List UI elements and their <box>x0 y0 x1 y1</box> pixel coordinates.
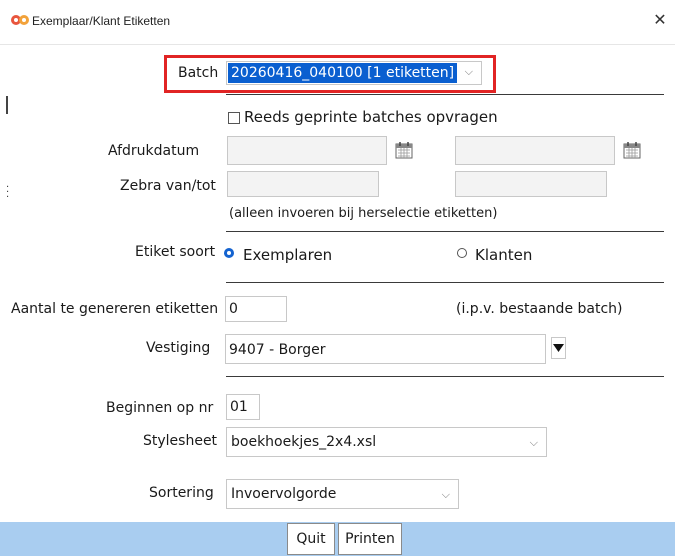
window-title: Exemplaar/Klant Etiketten <box>32 14 171 28</box>
radio-klanten-label: Klanten <box>475 246 533 264</box>
app-logo-icon <box>11 15 29 25</box>
close-icon: ✕ <box>653 10 667 29</box>
radio-klanten[interactable] <box>457 248 467 258</box>
start-nr-input[interactable]: 01 <box>226 394 260 420</box>
print-date-from-field[interactable] <box>227 136 387 165</box>
quit-button[interactable]: Quit <box>287 523 335 555</box>
batch-selected-value: 20260416_040100 [1 etiketten] <box>228 63 458 83</box>
calendar-icon[interactable] <box>393 139 415 161</box>
count-label: Aantal te genereren etiketten <box>11 301 219 317</box>
sort-select[interactable]: Invoervolgorde ⌵ <box>226 479 459 509</box>
reprint-label: Reeds geprinte batches opvragen <box>244 108 498 126</box>
chevron-down-icon: ⌵ <box>529 436 538 449</box>
sort-value: Invoervolgorde <box>231 486 337 502</box>
chevron-down-icon: ⌵ <box>441 488 450 501</box>
reprint-checkbox[interactable] <box>228 112 240 124</box>
chevron-down-icon: ⌵ <box>464 65 473 78</box>
batch-select[interactable]: 20260416_040100 [1 etiketten] ⌵ <box>226 61 482 85</box>
window-edge-marker <box>6 96 8 114</box>
zebra-from-field[interactable] <box>227 171 379 197</box>
stylesheet-select[interactable]: boekhoekjes_2x4.xsl ⌵ <box>226 427 547 457</box>
print-date-label: Afdrukdatum <box>108 143 200 159</box>
close-button[interactable]: ✕ <box>650 10 670 30</box>
count-note: (i.p.v. bestaande batch) <box>456 301 623 317</box>
zebra-to-field[interactable] <box>455 171 607 197</box>
branch-dropdown-button[interactable] <box>551 337 566 359</box>
label-type-label: Etiket soort <box>135 244 216 260</box>
calendar-icon[interactable] <box>621 139 643 161</box>
start-nr-label: Beginnen op nr <box>106 400 214 416</box>
zebra-label: Zebra van/tot <box>120 178 216 194</box>
branch-label: Vestiging <box>146 340 211 356</box>
count-input[interactable]: 0 <box>225 296 287 322</box>
print-date-to-field[interactable] <box>455 136 615 165</box>
triangle-down-icon <box>553 344 564 352</box>
title-bar: Exemplaar/Klant Etiketten ✕ <box>0 0 675 45</box>
divider <box>226 282 664 283</box>
resize-grip-icon[interactable]: · · · <box>6 183 9 203</box>
divider <box>226 94 664 95</box>
stylesheet-label: Stylesheet <box>143 433 218 449</box>
reselect-hint: (alleen invoeren bij herselectie etikett… <box>229 206 498 221</box>
stylesheet-value: boekhoekjes_2x4.xsl <box>231 434 377 450</box>
divider <box>226 231 664 232</box>
divider <box>226 376 664 377</box>
batch-label: Batch <box>178 65 219 81</box>
radio-exemplaren-label: Exemplaren <box>243 246 333 264</box>
sort-label: Sortering <box>149 485 214 501</box>
radio-exemplaren[interactable] <box>224 248 234 258</box>
branch-field[interactable]: 9407 - Borger <box>225 334 546 364</box>
print-button[interactable]: Printen <box>338 523 402 555</box>
